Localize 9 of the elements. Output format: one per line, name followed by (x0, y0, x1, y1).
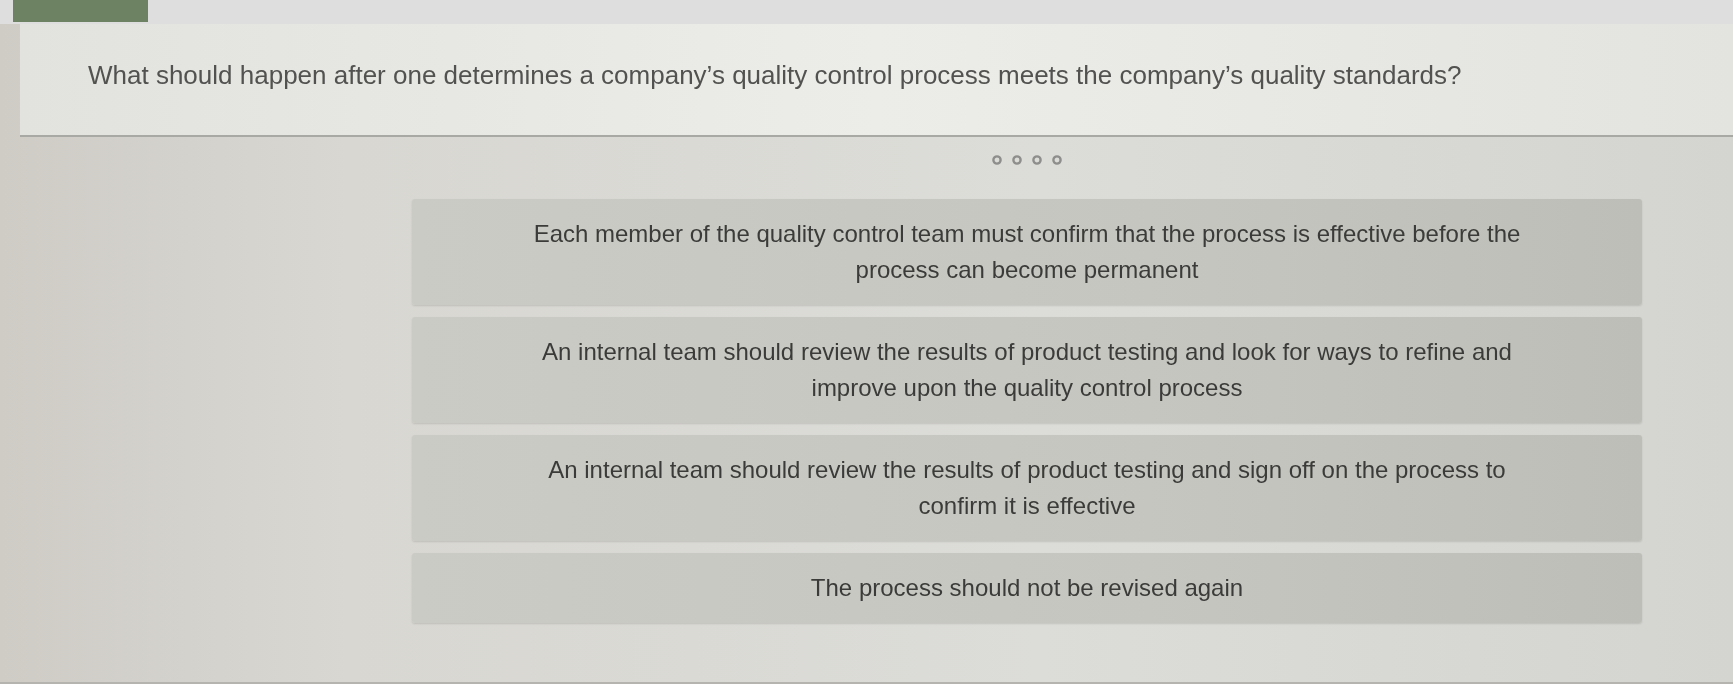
answer-option[interactable]: The process should not be revised again (412, 553, 1642, 623)
answer-option[interactable]: Each member of the quality control team must confirm that the process is effective before the process can become permanent (412, 199, 1642, 305)
answer-option[interactable]: An internal team should review the results of product testing and look for ways to refine and improve upon the quality control process (412, 317, 1642, 423)
question-text: What should happen after one determines a company’s quality control process meets the company’s quality standards? (88, 60, 1462, 90)
dot-icon (992, 155, 1002, 165)
dot-icon (1032, 155, 1042, 165)
answer-option[interactable]: An internal team should review the results of product testing and sign off on the process to confirm it is effective (412, 435, 1642, 541)
dot-icon (1012, 155, 1022, 165)
dot-icon (1052, 155, 1062, 165)
